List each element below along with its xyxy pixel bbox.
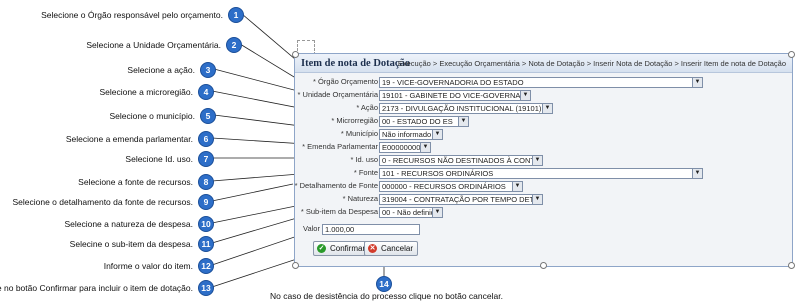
select-orgao-value: 19 - VICE-GOVERNADORIA DO ESTADO xyxy=(382,78,524,87)
select-unidade[interactable]: 19101 - GABINETE DO VICE-GOVERNADOR ▼ xyxy=(379,90,531,101)
chevron-down-icon: ▼ xyxy=(432,208,442,217)
callout-badge-10: 10 xyxy=(198,216,214,232)
instruction-text-6: Selecione a emenda parlamentar. xyxy=(65,134,193,144)
resize-handle[interactable] xyxy=(540,262,547,269)
check-icon: ✓ xyxy=(317,244,326,253)
select-municipio[interactable]: Não informado ▼ xyxy=(379,129,443,140)
callout-badge-7: 7 xyxy=(198,151,214,167)
instruction-text-12: Informe o valor do item. xyxy=(103,261,193,271)
chevron-down-icon: ▼ xyxy=(532,156,542,165)
chevron-down-icon: ▼ xyxy=(520,91,530,100)
select-acao[interactable]: 2173 - DIVULGAÇÃO INSTITUCIONAL (19101) ▼ xyxy=(379,103,553,114)
callout-badge-12: 12 xyxy=(198,258,214,274)
label-municipio: * Município xyxy=(340,129,378,138)
select-unidade-value: 19101 - GABINETE DO VICE-GOVERNADOR xyxy=(382,91,531,100)
select-fonte[interactable]: 101 - RECURSOS ORDINÁRIOS ▼ xyxy=(379,168,703,179)
panel-header: Item de nota de Dotação Execução > Execu… xyxy=(295,54,792,73)
label-natureza: * Natureza xyxy=(342,194,378,203)
select-natureza-value: 319004 - CONTRATAÇÃO POR TEMPO DETERMINA… xyxy=(382,195,542,204)
chevron-down-icon: ▼ xyxy=(458,117,468,126)
callout-badge-14: 14 xyxy=(376,276,392,292)
label-orgao: * Órgão Orçamento xyxy=(312,77,378,86)
callout-badge-13: 13 xyxy=(198,280,214,296)
callout-badge-11: 11 xyxy=(198,236,214,252)
cancel-button-label: Cancelar xyxy=(381,244,414,253)
callout-badge-1: 1 xyxy=(228,7,244,23)
instruction-text-4: Selecione a microregião. xyxy=(99,87,193,97)
label-iduso: * Id. uso xyxy=(350,155,378,164)
select-iduso-value: 0 - RECURSOS NÃO DESTINADOS À CONTRAPART… xyxy=(382,156,543,165)
chevron-down-icon: ▼ xyxy=(420,143,430,152)
chevron-down-icon: ▼ xyxy=(432,130,442,139)
chevron-down-icon: ▼ xyxy=(692,169,702,178)
select-subitem-value: 00 - Não definido xyxy=(382,208,440,217)
callout-badge-9: 9 xyxy=(198,194,214,210)
resize-handle[interactable] xyxy=(292,51,299,58)
label-microregiao: * Microrregião xyxy=(331,116,378,125)
callout-badge-2: 2 xyxy=(226,37,242,53)
callout-badge-5: 5 xyxy=(200,108,216,124)
label-valor: Valor xyxy=(303,224,320,233)
instruction-text-8: Selecione a fonte de recursos. xyxy=(78,177,193,187)
instruction-text-5: Selecione o município. xyxy=(109,111,195,121)
breadcrumb: Execução > Execução Orçamentária > Nota … xyxy=(397,59,786,68)
chevron-down-icon: ▼ xyxy=(512,182,522,191)
select-acao-value: 2173 - DIVULGAÇÃO INSTITUCIONAL (19101) xyxy=(382,104,542,113)
select-emenda-value: E00000000 xyxy=(382,143,421,152)
item-dotacao-panel: Item de nota de Dotação Execução > Execu… xyxy=(292,51,795,269)
resize-handle[interactable] xyxy=(788,51,795,58)
select-fonte-value: 101 - RECURSOS ORDINÁRIOS xyxy=(382,169,494,178)
instruction-text-9: Selecione o detalhamento da fonte de rec… xyxy=(12,197,193,207)
select-detalhamento-value: 000000 - RECURSOS ORDINÁRIOS xyxy=(382,182,506,191)
panel-title: Item de nota de Dotação xyxy=(301,58,411,69)
resize-handle[interactable] xyxy=(788,262,795,269)
instruction-text-7: Selecione Id. uso. xyxy=(125,154,193,164)
select-microregiao-value: 00 - ESTADO DO ES xyxy=(382,117,453,126)
confirm-button[interactable]: ✓ Confirmar xyxy=(313,241,371,256)
callout-badge-4: 4 xyxy=(198,84,214,100)
confirm-button-label: Confirmar xyxy=(330,244,366,253)
instruction-text-2: Selecione a Unidade Orçamentária. xyxy=(86,40,221,50)
label-detalhamento: * Detalhamento de Fonte xyxy=(294,181,378,190)
instruction-text-1: Selecione o Órgão responsável pelo orçam… xyxy=(41,10,223,20)
instruction-text-3: Selecione a ação. xyxy=(127,65,195,75)
resize-handle[interactable] xyxy=(292,262,299,269)
select-natureza[interactable]: 319004 - CONTRATAÇÃO POR TEMPO DETERMINA… xyxy=(379,194,543,205)
select-subitem[interactable]: 00 - Não definido ▼ xyxy=(379,207,443,218)
select-detalhamento[interactable]: 000000 - RECURSOS ORDINÁRIOS ▼ xyxy=(379,181,523,192)
valor-input[interactable]: 1.000,00 xyxy=(322,224,420,235)
callout-badge-3: 3 xyxy=(200,62,216,78)
chevron-down-icon: ▼ xyxy=(692,78,702,87)
label-emenda: * Emenda Parlamentar xyxy=(302,142,378,151)
select-iduso[interactable]: 0 - RECURSOS NÃO DESTINADOS À CONTRAPART… xyxy=(379,155,543,166)
callout-badge-6: 6 xyxy=(198,131,214,147)
label-fonte: * Fonte xyxy=(353,168,378,177)
select-microregiao[interactable]: 00 - ESTADO DO ES ▼ xyxy=(379,116,469,127)
label-unidade: * Unidade Orçamentária xyxy=(297,90,378,99)
label-acao: * Ação xyxy=(356,103,378,112)
cancel-button[interactable]: ✕ Cancelar xyxy=(364,241,419,256)
chevron-down-icon: ▼ xyxy=(532,195,542,204)
chevron-down-icon: ▼ xyxy=(542,104,552,113)
cancel-footnote: No caso de desistência do processo cliqu… xyxy=(270,291,503,301)
callout-badge-8: 8 xyxy=(198,174,214,190)
close-icon: ✕ xyxy=(368,244,377,253)
instruction-text-10: Selecione a natureza de despesa. xyxy=(64,219,193,229)
label-subitem: * Sub-item da Despesa xyxy=(300,207,378,216)
select-orgao[interactable]: 19 - VICE-GOVERNADORIA DO ESTADO ▼ xyxy=(379,77,703,88)
instruction-text-11: Selecine o sub-item da despesa. xyxy=(69,239,193,249)
instruction-text-13: Clique no botão Confirmar para incluir o… xyxy=(0,283,193,293)
select-municipio-value: Não informado xyxy=(382,130,432,139)
select-emenda[interactable]: E00000000 ▼ xyxy=(379,142,431,153)
